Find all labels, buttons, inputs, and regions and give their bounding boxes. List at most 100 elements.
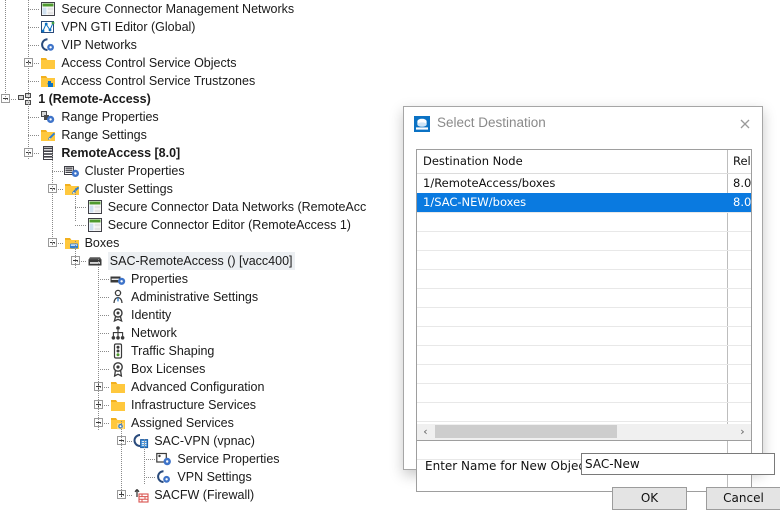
tree-guide-line [74,225,87,226]
list-row-separator [417,288,751,289]
column-header-release: Release [733,154,751,168]
tree-guide-line [98,315,110,316]
tree-item-label: Boxes [84,236,120,250]
folder-box-icon [64,235,80,251]
folder-icon [110,379,126,395]
dialog-title-bar: Select Destination [404,107,762,140]
tree-guide-line [28,9,41,10]
list-row[interactable]: 1/SAC-NEW/boxes 8.0 [417,193,751,212]
list-row[interactable]: 1/RemoteAccess/boxes 8.0 [417,174,751,193]
tree-item-label: Secure Connector Management Networks [61,2,295,16]
tree-item-label: Box Licenses [131,362,206,376]
tree-guide-line [28,63,41,64]
person-icon [110,289,126,305]
folder-pencil-icon [64,181,80,197]
tree-guide-line [98,279,110,280]
tree-guide-line [28,81,41,82]
tree-guide-line [121,421,123,493]
destination-list-area: Destination Node Release 1/RemoteAccess/bo… [416,149,780,510]
tree-item-label: Service Properties [177,452,280,466]
list-row-separator [417,250,751,251]
list-row-separator [417,402,751,403]
tree-item-label: Infrastructure Services [131,398,257,412]
list-row-separator [417,383,751,384]
tree-guide-line [28,27,41,28]
cell-release: 8.0 [733,176,752,190]
list-row-separator [417,269,751,270]
vip-network-icon [156,469,172,485]
configuration-tree[interactable]: Secure Connector Management Networks VPN … [0,0,400,505]
list-row-separator [417,345,751,346]
tree-item-label: Advanced Configuration [131,380,265,394]
tree-guide-line [98,387,110,388]
tree-guide-line [144,459,157,460]
scroll-right-arrow-icon[interactable]: › [734,424,751,439]
network-table-icon [87,199,103,215]
cell-destination-node: 1/RemoteAccess/boxes [423,176,556,190]
tree-guide-line [74,188,76,222]
tree-guide-line [121,441,134,442]
folder-icon [40,55,56,71]
list-row-separator [417,421,751,422]
list-row-separator [417,307,751,308]
tree-guide-line [51,243,64,244]
select-destination-icon [414,116,430,132]
tree-item-label: Access Control Service Trustzones [61,74,256,88]
folder-pencil-icon [40,127,56,143]
tree-item-label: VPN GTI Editor (Global) [61,20,196,34]
tree-item-label: SAC-VPN (vpnac) [154,434,255,448]
horizontal-scrollbar[interactable]: ‹ › [416,424,752,441]
range-properties-icon [40,109,56,125]
traffic-light-icon [110,343,126,359]
folder-gear-icon [110,415,126,431]
tree-item-label: Identity [131,308,172,322]
column-header-destination-node: Destination Node [423,154,523,168]
dialog-title: Select Destination [437,115,546,130]
tree-guide-line [98,333,110,334]
scrollbar-thumb[interactable] [435,425,617,438]
firewall-icon [133,487,149,503]
scroll-left-arrow-icon[interactable]: ‹ [417,424,434,439]
tree-guide-line [144,477,157,478]
tree-item-label: Assigned Services [131,416,234,430]
box-properties-icon [110,271,126,287]
cluster-icon [40,145,56,161]
vpn-gti-icon [40,19,56,35]
tree-item-label: Range Properties [61,110,159,124]
network-table-icon [87,217,103,233]
new-object-name-input[interactable] [581,453,775,475]
tree-guide-line [28,135,41,136]
tree-guide-line [28,117,41,118]
tree-item-label: Administrative Settings [131,290,259,304]
cancel-button[interactable]: Cancel [706,487,780,510]
tree-item-label: Range Settings [61,128,147,142]
close-icon[interactable] [736,115,754,133]
list-header-row: Destination Node Release [417,152,751,171]
new-object-name-label: Enter Name for New Object [425,459,590,473]
range-icon [17,91,33,107]
tree-guide-line [28,153,41,154]
tree-guide-line [51,189,64,190]
license-seal-icon [110,361,126,377]
tree-guide-line [28,98,30,160]
select-destination-dialog: Select Destination Destination Node Relea… [403,106,780,510]
service-properties-icon [156,451,172,467]
tree-item-label: Properties [131,272,188,286]
tree-guide-line [98,369,110,370]
tree-item-label: VPN Settings [177,470,252,484]
list-row-separator [417,231,751,232]
box-icon [87,253,103,269]
tree-item-label: SACFW (Firewall) [154,488,255,502]
tree-item-label: Secure Connector Data Networks (RemoteAc… [107,200,367,214]
tree-guide-line [74,241,76,268]
tree-guide-line [5,0,7,98]
tree-item-label: RemoteAccess [8.0] [61,146,181,160]
ok-button[interactable]: OK [612,487,687,510]
network-tree-icon [110,325,126,341]
vip-network-icon [40,37,56,53]
tree-item-label: VIP Networks [61,38,137,52]
folder-puzzle-icon [40,73,56,89]
tree-guide-line [98,405,110,406]
list-row-separator [417,364,751,365]
tree-item-label: Traffic Shaping [131,344,215,358]
